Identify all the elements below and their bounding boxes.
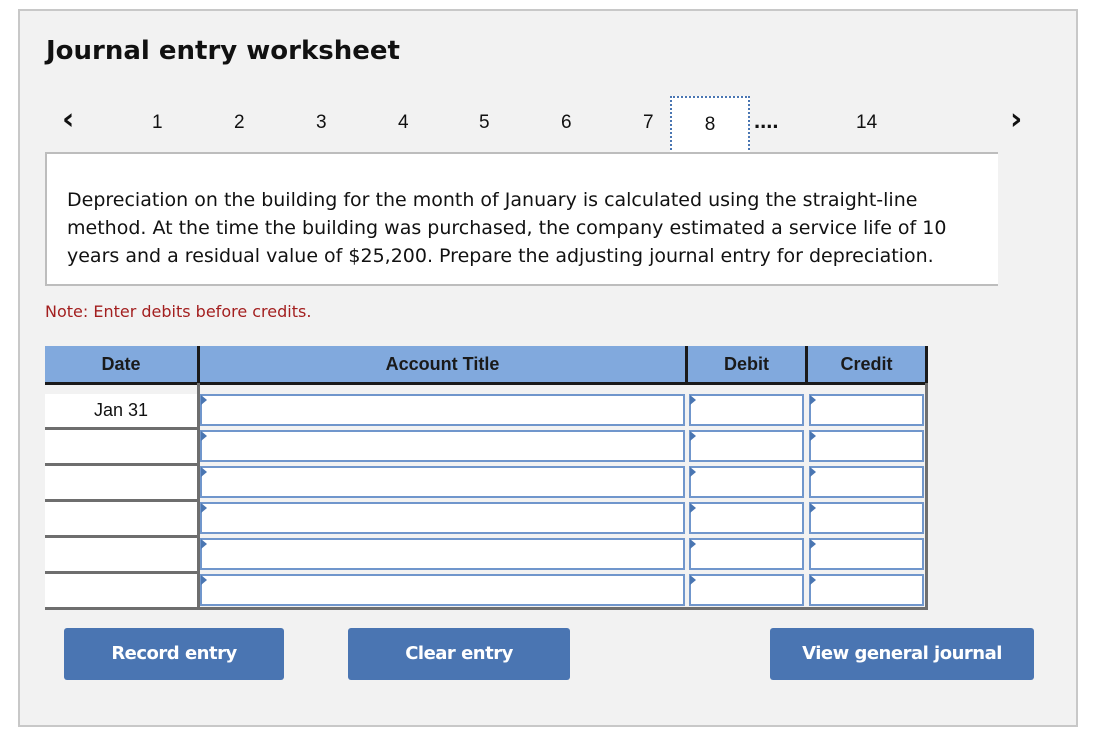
table-bottom-border bbox=[197, 607, 928, 610]
account-title-input[interactable] bbox=[200, 466, 685, 498]
record-entry-button[interactable]: Record entry bbox=[64, 628, 284, 680]
date-cell: Jan 31 bbox=[45, 394, 197, 430]
header-date: Date bbox=[45, 346, 200, 383]
page-title: Journal entry worksheet bbox=[46, 36, 400, 66]
account-title-input[interactable] bbox=[200, 538, 685, 570]
account-title-input[interactable] bbox=[200, 574, 685, 606]
account-title-input[interactable] bbox=[200, 394, 685, 426]
chevron-left-icon[interactable]: ‹ bbox=[62, 102, 74, 137]
chevron-right-icon[interactable]: › bbox=[1010, 102, 1022, 137]
debit-input[interactable] bbox=[689, 466, 804, 498]
debit-input[interactable] bbox=[689, 574, 804, 606]
view-general-journal-button[interactable]: View general journal bbox=[770, 628, 1034, 680]
page-2[interactable]: 2 bbox=[234, 112, 245, 134]
date-cell bbox=[45, 502, 197, 538]
date-cell bbox=[45, 538, 197, 574]
header-credit: Credit bbox=[808, 346, 928, 383]
question-text: Depreciation on the building for the mon… bbox=[45, 152, 998, 286]
page-1[interactable]: 1 bbox=[152, 112, 163, 134]
table-right-border bbox=[925, 383, 928, 610]
page-5[interactable]: 5 bbox=[479, 112, 490, 134]
debit-input[interactable] bbox=[689, 430, 804, 462]
page-3[interactable]: 3 bbox=[316, 112, 327, 134]
header-debit: Debit bbox=[688, 346, 808, 383]
header-account-title: Account Title bbox=[200, 346, 688, 383]
account-title-input[interactable] bbox=[200, 502, 685, 534]
credit-input[interactable] bbox=[809, 502, 924, 534]
date-cell bbox=[45, 574, 197, 610]
debit-input[interactable] bbox=[689, 538, 804, 570]
debit-input[interactable] bbox=[689, 502, 804, 534]
page-4[interactable]: 4 bbox=[398, 112, 409, 134]
account-title-input[interactable] bbox=[200, 430, 685, 462]
page-14[interactable]: 14 bbox=[856, 112, 877, 134]
date-cell bbox=[45, 430, 197, 466]
header-divider bbox=[45, 382, 928, 385]
credit-input[interactable] bbox=[809, 574, 924, 606]
credit-input[interactable] bbox=[809, 430, 924, 462]
date-cell bbox=[45, 466, 197, 502]
pagination-ellipsis: .... bbox=[754, 108, 779, 133]
pagination: ‹ 1 2 3 4 5 6 7 8 .... 14 › bbox=[44, 96, 1044, 162]
page-7[interactable]: 7 bbox=[643, 112, 654, 134]
note-text: Note: Enter debits before credits. bbox=[45, 302, 312, 321]
debit-input[interactable] bbox=[689, 394, 804, 426]
credit-input[interactable] bbox=[809, 394, 924, 426]
credit-input[interactable] bbox=[809, 466, 924, 498]
page-6[interactable]: 6 bbox=[561, 112, 572, 134]
credit-input[interactable] bbox=[809, 538, 924, 570]
clear-entry-button[interactable]: Clear entry bbox=[348, 628, 570, 680]
